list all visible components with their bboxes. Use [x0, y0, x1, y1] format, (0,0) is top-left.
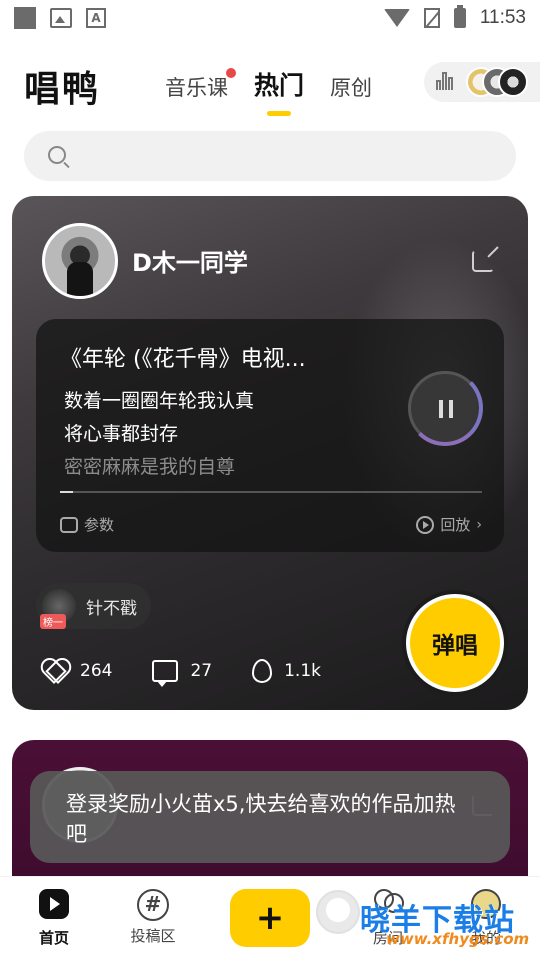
tab-hot[interactable]: 热门: [254, 66, 305, 116]
nav-submissions-label: 投稿区: [130, 927, 176, 945]
lyric-line: 将心事都封存: [64, 423, 179, 445]
tab-music-class-label: 音乐课: [165, 76, 228, 100]
lyric-line: 数着一圈圈年轮我认真: [64, 390, 255, 412]
heart-icon: [42, 660, 68, 682]
active-tab-indicator: [267, 111, 291, 116]
image-icon: [50, 8, 72, 28]
like-count: 264: [80, 661, 113, 681]
top-header: 唱鸭 音乐课 热门 原创: [0, 52, 540, 116]
nav-home[interactable]: 首页: [14, 889, 94, 948]
square-notification-icon: [14, 7, 36, 29]
tab-original-label: 原创: [330, 76, 373, 100]
watermark-logo: [316, 890, 360, 934]
lyric-line: 密密麻麻是我的自尊: [64, 456, 236, 478]
status-bar: A 11:53: [0, 0, 540, 36]
params-label: 参数: [84, 516, 115, 534]
fan-avatar: 榜一: [40, 589, 76, 629]
battery-charging-icon: [453, 5, 466, 28]
tab-original[interactable]: 原创: [330, 72, 372, 102]
fire-icon: [252, 659, 273, 683]
top-tabs: 音乐课 热门 原创: [165, 66, 372, 116]
notification-dot: [226, 68, 236, 78]
app-screen: A 11:53 唱鸭 音乐课 热门 原创 D木一同学 《年轮 (《花千骨》电视.…: [0, 0, 540, 960]
share-icon[interactable]: [472, 250, 494, 272]
chevron-right-icon: ›: [476, 516, 482, 533]
user-avatar[interactable]: [42, 223, 118, 299]
rank-badge: 榜一: [40, 614, 66, 629]
tab-hot-label: 热门: [254, 71, 305, 100]
wifi-icon: [383, 9, 410, 27]
search-bar[interactable]: [24, 131, 516, 181]
create-button[interactable]: +: [230, 889, 310, 947]
app-logo: 唱鸭: [24, 69, 101, 110]
status-time: 11:53: [479, 7, 526, 28]
toast-message: 登录奖励小火苗x5,快去给喜欢的作品加热吧: [30, 771, 510, 863]
search-icon: [48, 146, 66, 164]
watermark-url: www.xfhygs.com: [386, 930, 530, 948]
sing-along-button[interactable]: 弹唱: [406, 594, 504, 692]
a-notification-icon: A: [86, 8, 106, 28]
replay-button[interactable]: 回放 ›: [416, 514, 482, 535]
username[interactable]: D木一同学: [132, 243, 248, 278]
nav-home-label: 首页: [38, 929, 69, 947]
comment-count: 27: [190, 661, 213, 681]
feed-card[interactable]: D木一同学 《年轮 (《花千骨》电视... 数着一圈圈年轮我认真 将心事都封存 …: [12, 196, 528, 710]
top-fan-chip[interactable]: 榜一 针不戳: [36, 583, 151, 629]
heat-button[interactable]: 1.1k: [252, 659, 321, 683]
no-sim-icon: [423, 8, 440, 28]
params-icon: [60, 516, 78, 533]
pause-icon: [439, 400, 453, 418]
like-button[interactable]: 264: [42, 660, 112, 682]
ranking-avatar: [498, 67, 528, 97]
tab-music-class[interactable]: 音乐课: [165, 68, 236, 102]
heat-count: 1.1k: [284, 661, 321, 681]
ranking-bars-icon: [436, 72, 456, 90]
params-button[interactable]: 参数: [60, 514, 114, 535]
home-play-icon: [39, 889, 69, 919]
playback-progress[interactable]: [60, 491, 482, 493]
fan-name: 针不戳: [86, 598, 137, 619]
replay-icon: [416, 515, 435, 534]
ranking-entry[interactable]: [424, 62, 540, 102]
stats-row: 264 27 1.1k: [42, 659, 321, 687]
lyrics-panel: 《年轮 (《花千骨》电视... 数着一圈圈年轮我认真 将心事都封存 密密麻麻是我…: [36, 319, 504, 552]
song-title[interactable]: 《年轮 (《花千骨》电视...: [60, 341, 360, 373]
search-input[interactable]: [80, 131, 500, 181]
pause-button[interactable]: [407, 370, 483, 446]
hashtag-icon: #: [137, 889, 169, 921]
replay-label: 回放: [440, 516, 471, 534]
progress-fill: [60, 491, 73, 493]
comment-button[interactable]: 27: [152, 660, 213, 687]
nav-submissions[interactable]: # 投稿区: [113, 889, 193, 946]
comment-icon: [152, 660, 179, 687]
